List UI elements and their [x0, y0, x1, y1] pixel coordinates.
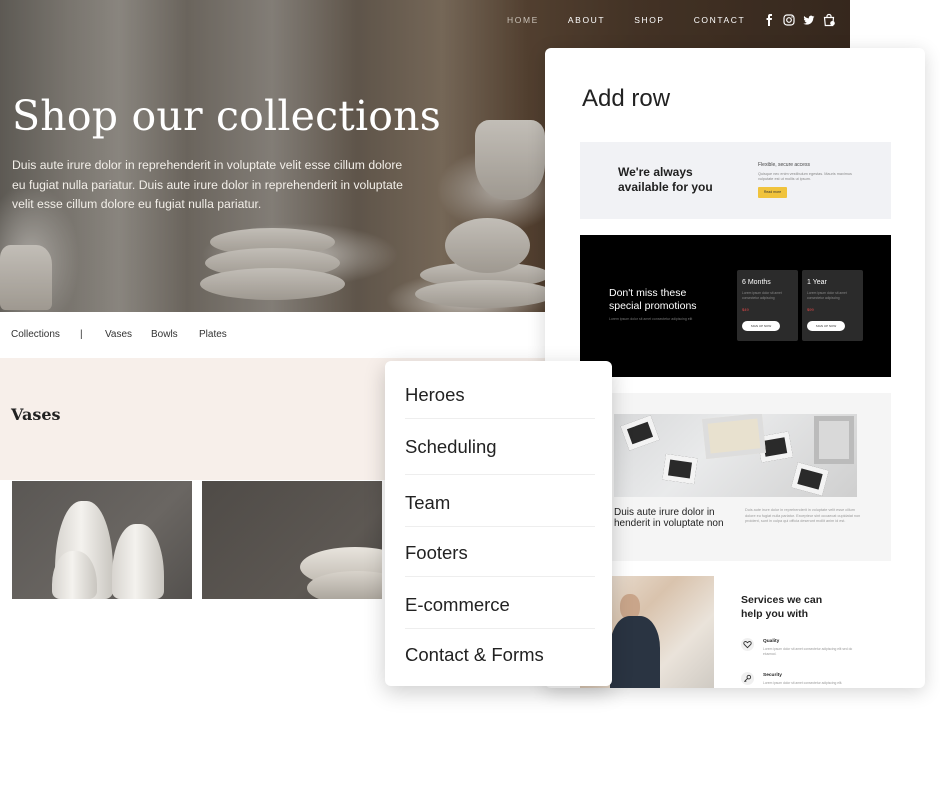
- pricing-card: 6 Months Lorem ipsum dolor sit amet cons…: [737, 270, 798, 341]
- plan-text: Lorem ipsum dolor sit amet consectetur a…: [807, 291, 847, 300]
- card-text: Quisque nec enim vestibulum egestas. Mau…: [758, 172, 852, 181]
- menu-item-ecommerce[interactable]: E-commerce: [405, 594, 595, 616]
- menu-divider: [405, 474, 595, 475]
- plate-stack-image: [205, 248, 340, 278]
- menu-divider: [405, 418, 595, 419]
- top-navigation: HOME ABOUT SHOP CONTACT: [507, 14, 823, 26]
- row-category-menu: Heroes Scheduling Team Footers E-commerc…: [385, 361, 612, 686]
- twitter-icon[interactable]: [803, 14, 815, 26]
- read-more-button: Read more: [758, 187, 787, 198]
- cup-image: [0, 245, 52, 310]
- card-headline: Duis aute irure dolor in henderit in vol…: [614, 507, 724, 529]
- card-text: Duis aute irure dolor in reprehenderit i…: [745, 508, 861, 523]
- section-title: Vases: [11, 405, 61, 424]
- card-subheading: Flexible, secure access: [758, 162, 810, 168]
- menu-item-footers[interactable]: Footers: [405, 542, 595, 564]
- facebook-icon[interactable]: [763, 14, 775, 26]
- subnav-plates[interactable]: Plates: [199, 329, 227, 340]
- card-headline-line: available for you: [618, 180, 713, 194]
- subnav-bowls[interactable]: Bowls: [151, 329, 178, 340]
- nav-home[interactable]: HOME: [507, 15, 539, 25]
- plan-name: 1 Year: [807, 279, 827, 286]
- service-name: Security: [763, 673, 782, 678]
- nav-shop[interactable]: SHOP: [634, 15, 665, 25]
- card-headline-line: We're always: [618, 165, 693, 179]
- card-headline: Don't miss these special promotions: [609, 287, 697, 313]
- instagram-icon[interactable]: [783, 14, 795, 26]
- card-headline-line: Don't miss these: [609, 287, 687, 299]
- plan-price: $99: [807, 307, 814, 312]
- key-icon: [741, 672, 754, 685]
- row-template-promotions[interactable]: Don't miss these special promotions Lore…: [580, 235, 891, 377]
- service-desc: Lorem ipsum dolor sit amet consectetur a…: [763, 681, 843, 685]
- card-text: Lorem ipsum dolor sit amet consectetur a…: [609, 317, 693, 321]
- row-template-contact-banner[interactable]: We're always available for you Flexible,…: [580, 142, 891, 219]
- panel-title: Add row: [582, 85, 671, 112]
- subnav-collections[interactable]: Collections: [11, 329, 60, 340]
- row-template-image-text[interactable]: Duis aute irure dolor in henderit in vol…: [580, 393, 891, 561]
- plate-stack-image: [415, 280, 555, 308]
- signup-button: SIGN UP NOW: [807, 321, 845, 331]
- subnav-separator: |: [80, 329, 83, 340]
- menu-divider: [405, 576, 595, 577]
- card-headline: Services we can help you with: [741, 593, 822, 621]
- signup-button: SIGN UP NOW: [742, 321, 780, 331]
- menu-item-scheduling[interactable]: Scheduling: [405, 436, 595, 458]
- plan-price: $49: [742, 307, 749, 312]
- menu-divider: [405, 526, 595, 527]
- nav-about[interactable]: ABOUT: [568, 15, 605, 25]
- plate-stack-image: [210, 228, 335, 256]
- card-headline-line: special promotions: [609, 300, 697, 312]
- hero-title: Shop our collections: [12, 92, 441, 140]
- menu-item-heroes[interactable]: Heroes: [405, 384, 595, 406]
- plate-stack-image: [200, 268, 345, 300]
- menu-item-team[interactable]: Team: [405, 492, 595, 514]
- menu-divider: [405, 628, 595, 629]
- hero-description: Duis aute irure dolor in reprehenderit i…: [12, 158, 403, 211]
- plate-stack-image: [420, 262, 550, 288]
- collection-subnav: Collections | Vases Bowls Plates: [0, 312, 545, 358]
- bowls-product-image[interactable]: [202, 481, 382, 599]
- heart-icon: [741, 638, 754, 651]
- service-desc: Lorem ipsum dolor sit amet consectetur a…: [763, 647, 853, 656]
- subnav-vases[interactable]: Vases: [105, 329, 132, 340]
- plan-name: 6 Months: [742, 279, 771, 286]
- nav-contact[interactable]: CONTACT: [694, 15, 746, 25]
- plan-text: Lorem ipsum dolor sit amet consectetur a…: [742, 291, 782, 300]
- row-template-services[interactable]: Services we can help you with Quality Lo…: [580, 576, 891, 688]
- slides-photo: [614, 414, 857, 497]
- shopping-bag-icon[interactable]: [822, 13, 836, 27]
- card-headline-line: help you with: [741, 608, 809, 620]
- card-headline: We're always available for you: [618, 165, 713, 195]
- vases-product-image[interactable]: [12, 481, 192, 599]
- menu-item-contact-forms[interactable]: Contact & Forms: [405, 644, 595, 666]
- bowl-image: [445, 218, 530, 273]
- card-headline-line: Services we can: [741, 594, 823, 606]
- pricing-card: 1 Year Lorem ipsum dolor sit amet consec…: [802, 270, 863, 341]
- cup-stack-image: [475, 120, 545, 200]
- service-name: Quality: [763, 639, 780, 644]
